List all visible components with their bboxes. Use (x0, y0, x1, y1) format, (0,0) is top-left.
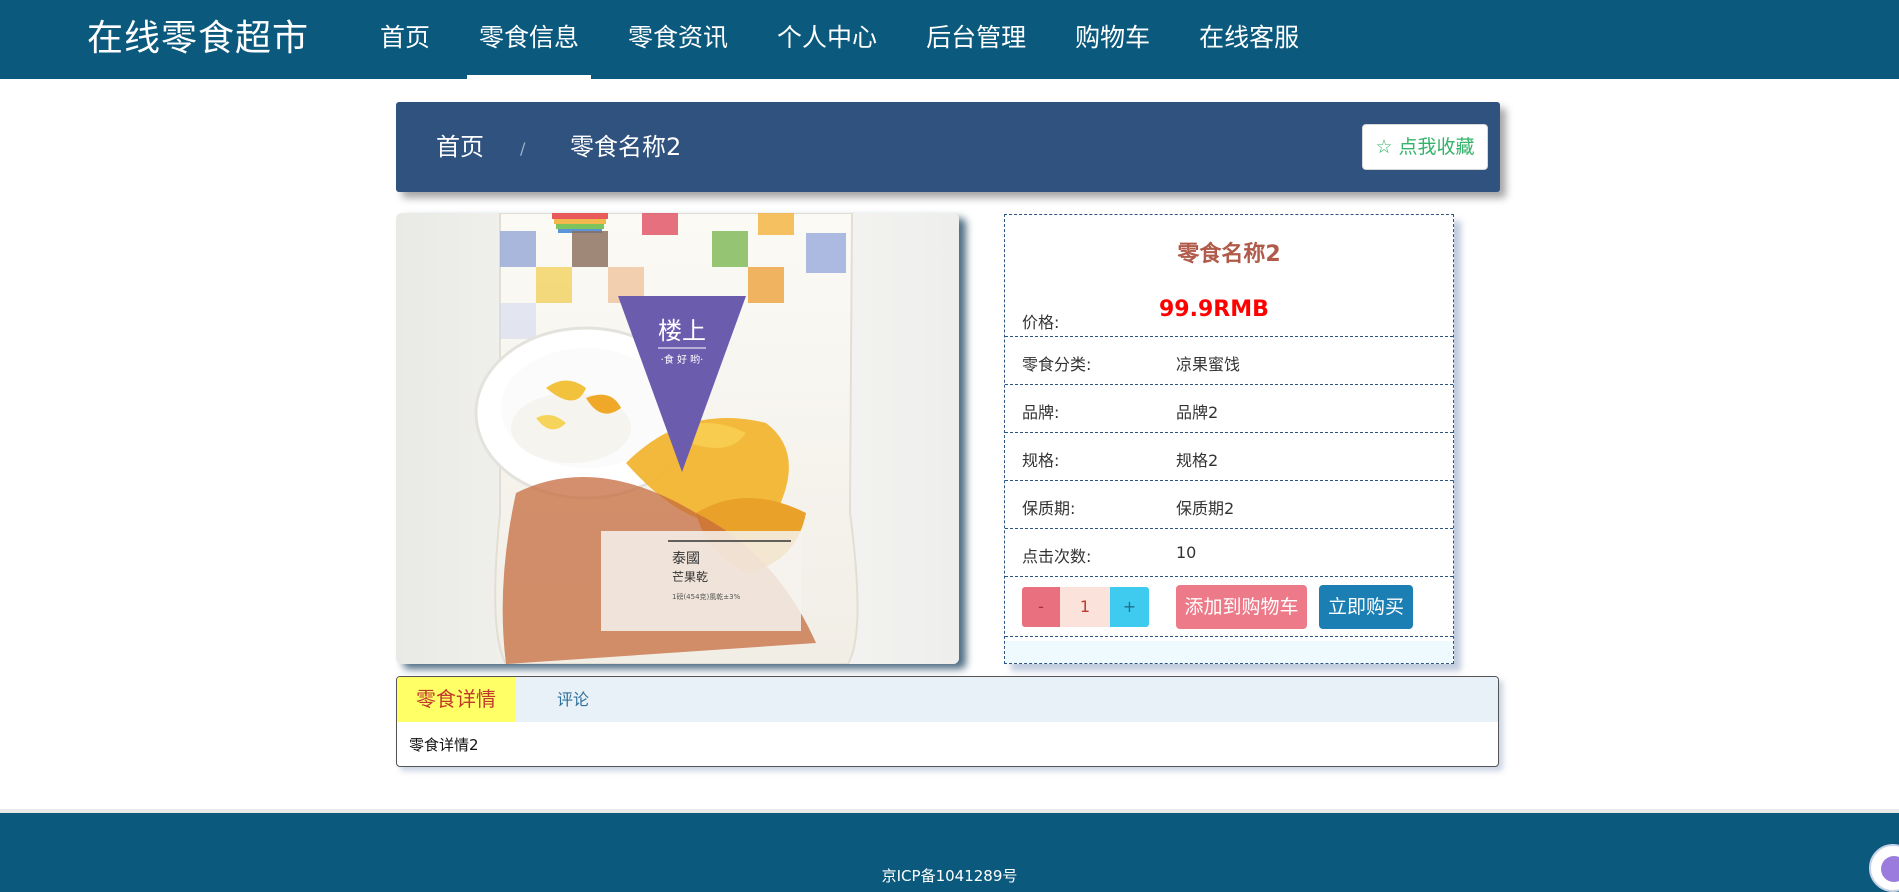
tab-comments[interactable]: 评论 (557, 677, 589, 722)
breadcrumb-separator: / (520, 139, 526, 158)
nav-item-admin[interactable]: 后台管理 (914, 0, 1038, 79)
quantity-input[interactable] (1060, 587, 1110, 627)
shelf-life-label: 保质期: (1022, 499, 1076, 518)
chat-icon-inner (1881, 856, 1899, 882)
category-label: 零食分类: (1022, 355, 1092, 374)
breadcrumb-current: 零食名称2 (570, 133, 682, 161)
brand-slogan-text: ·食 好 哟· (661, 353, 704, 366)
brand-label: 品牌: (1022, 403, 1060, 422)
product-info-panel: 零食名称2 价格: 99.9RMB 零食分类: 凉果蜜饯 品牌: 品牌2 规格:… (1004, 214, 1454, 664)
favorite-button[interactable]: ☆ 点我收藏 (1362, 124, 1488, 170)
click-count-row: 点击次数: 10 (1005, 529, 1453, 577)
shelf-life-value: 保质期2 (1176, 499, 1235, 518)
click-count-label: 点击次数: (1022, 547, 1092, 566)
brand-row: 品牌: 品牌2 (1005, 385, 1453, 433)
product-name: 零食名称2 (1177, 242, 1281, 267)
site-brand[interactable]: 在线零食超市 (87, 17, 309, 61)
price-row: 价格: 99.9RMB (1005, 295, 1453, 337)
nav-item-personal-center[interactable]: 个人中心 (765, 0, 889, 79)
label-origin-text: 泰國 (672, 551, 700, 567)
brand-mark-text: 楼上 (658, 317, 706, 345)
quantity-decrease-button[interactable]: - (1022, 587, 1060, 627)
nav-item-customer-service[interactable]: 在线客服 (1187, 0, 1311, 79)
tab-snack-detail[interactable]: 零食详情 (397, 677, 515, 722)
tab-content: 零食详情2 (409, 736, 479, 754)
nav-item-cart[interactable]: 购物车 (1063, 0, 1162, 79)
page-footer: 京ICP备1041289号 (0, 813, 1899, 892)
category-row: 零食分类: 凉果蜜饯 (1005, 337, 1453, 385)
label-product-text: 芒果乾 (672, 569, 708, 584)
price-value: 99.9RMB (1159, 297, 1269, 322)
spec-row: 规格: 规格2 (1005, 433, 1453, 481)
main-nav: 首页 零食信息 零食资讯 个人中心 后台管理 购物车 在线客服 (368, 0, 1336, 79)
nav-item-snack-news[interactable]: 零食资讯 (616, 0, 740, 79)
product-image: 楼上 ·食 好 哟· 泰國 芒果乾 1磅(454克)風乾±3% (396, 213, 959, 664)
nav-item-snack-info[interactable]: 零食信息 (467, 0, 592, 79)
purchase-actions: - + 添加到购物车 立即购买 (1005, 577, 1453, 637)
label-weight-text: 1磅(454克)風乾±3% (672, 592, 741, 601)
buy-now-button[interactable]: 立即购买 (1319, 585, 1413, 629)
breadcrumb-home-link[interactable]: 首页 (436, 102, 484, 192)
spec-label: 规格: (1022, 451, 1060, 470)
top-navbar: 在线零食超市 首页 零食信息 零食资讯 个人中心 后台管理 购物车 在线客服 (0, 0, 1899, 79)
price-label: 价格: (1022, 313, 1060, 332)
icp-record[interactable]: 京ICP备1041289号 (0, 865, 1899, 886)
nav-item-home[interactable]: 首页 (368, 0, 442, 79)
quantity-stepper: - + (1022, 587, 1149, 627)
breadcrumb: 首页 / 零食名称2 ☆ 点我收藏 (396, 102, 1500, 192)
tab-header: 零食详情 评论 (397, 677, 1498, 722)
info-panel-footer (1005, 641, 1453, 663)
detail-tabs: 零食详情 评论 零食详情2 (396, 676, 1499, 767)
brand-value: 品牌2 (1176, 403, 1219, 422)
category-value: 凉果蜜饯 (1176, 355, 1241, 374)
shelf-life-row: 保质期: 保质期2 (1005, 481, 1453, 529)
spec-value: 规格2 (1176, 451, 1219, 470)
quantity-increase-button[interactable]: + (1110, 587, 1149, 627)
add-to-cart-button[interactable]: 添加到购物车 (1176, 585, 1307, 629)
click-count-value: 10 (1176, 543, 1197, 562)
